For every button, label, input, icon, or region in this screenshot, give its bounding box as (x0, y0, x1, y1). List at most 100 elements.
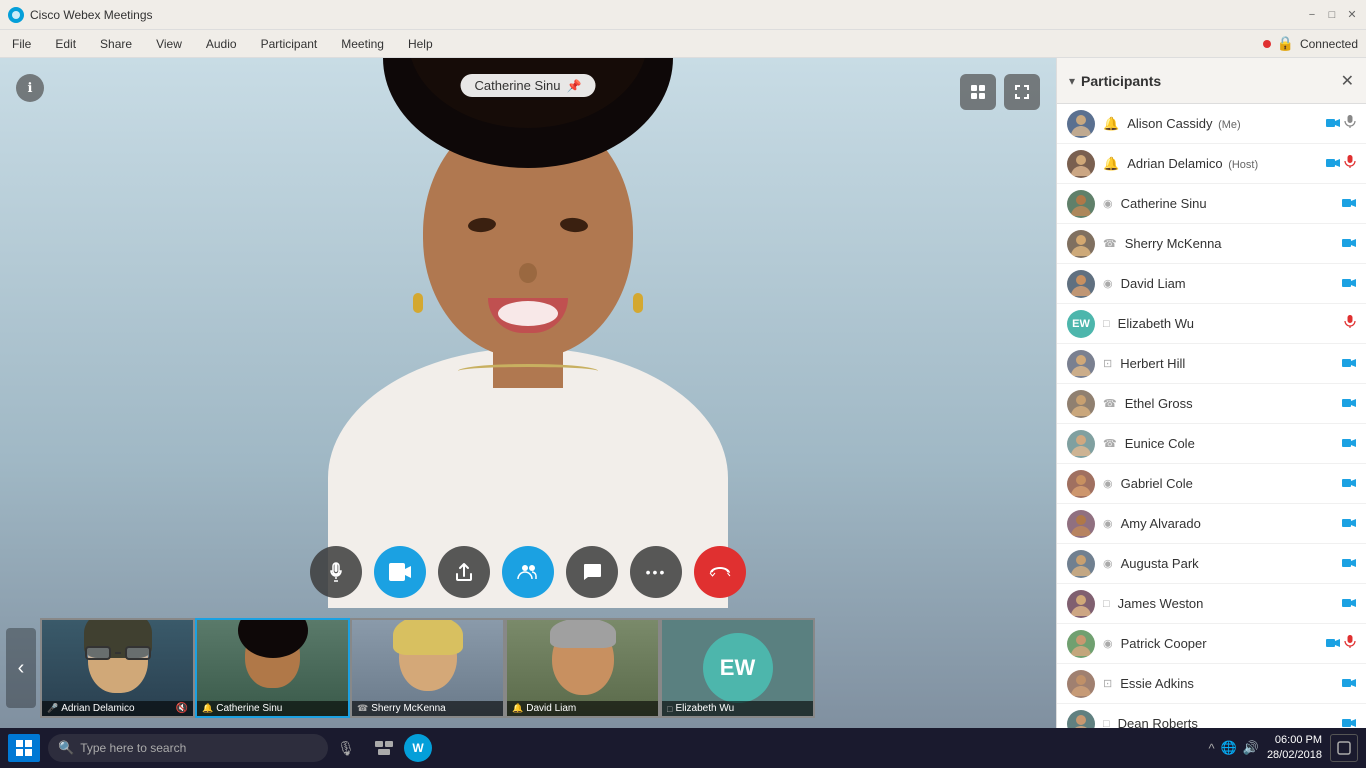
avatar-herbert (1067, 350, 1095, 378)
end-call-button[interactable] (694, 546, 746, 598)
participant-gabriel[interactable]: ◉ Gabriel Cole (1057, 464, 1366, 504)
panel-close-button[interactable]: ✕ (1341, 71, 1354, 91)
face-4 (543, 623, 623, 713)
thumbnail-sherry[interactable]: ☎ Sherry McKenna (350, 618, 505, 718)
clock-date: 28/02/2018 (1267, 748, 1322, 763)
icons-adrian (1326, 155, 1356, 172)
menu-meeting[interactable]: Meeting (337, 35, 388, 53)
windows-start-button[interactable] (8, 734, 40, 762)
share-button[interactable] (438, 546, 490, 598)
maximize-button[interactable]: □ (1326, 9, 1338, 21)
network-icon[interactable]: 🌐 (1221, 740, 1237, 756)
thumbnail-prev-button[interactable]: ‹ (6, 628, 36, 708)
video-icon-sherry (1342, 236, 1356, 251)
video-icon-dean (1342, 716, 1356, 728)
taskbar-apps: W (368, 732, 434, 764)
fullscreen-button[interactable] (1004, 74, 1040, 110)
connection-dot (1263, 40, 1271, 48)
video-icon-herbert (1342, 356, 1356, 371)
window-controls[interactable]: − □ ✕ (1306, 9, 1358, 21)
chat-button[interactable] (566, 546, 618, 598)
thumbnail-david[interactable]: 🔔 David Liam (505, 618, 660, 718)
close-button[interactable]: ✕ (1346, 9, 1358, 21)
chevron-up-icon[interactable]: ^ (1208, 741, 1214, 756)
controls-bar: ••• (310, 546, 746, 598)
participant-eunice[interactable]: ☎ Eunice Cole (1057, 424, 1366, 464)
minimize-button[interactable]: − (1306, 9, 1318, 21)
menu-share[interactable]: Share (96, 35, 136, 53)
name-herbert: Herbert Hill (1120, 356, 1334, 371)
search-icon: 🔍 (58, 740, 74, 756)
title-bar: Cisco Webex Meetings − □ ✕ (0, 0, 1366, 30)
participant-amy[interactable]: ◉ Amy Alvarado (1057, 504, 1366, 544)
video-icon-adrian (1326, 156, 1340, 171)
avatar-alison (1067, 110, 1095, 138)
webex-icon: W (404, 734, 432, 762)
participant-patrick[interactable]: ◉ Patrick Cooper (1057, 624, 1366, 664)
mic-icon-elizabeth (1344, 315, 1356, 332)
pin-icon[interactable]: 📌 (567, 79, 582, 93)
taskbar: 🔍 Type here to search 🎙 W ^ 🌐 🔊 06:00 PM… (0, 728, 1366, 768)
volume-icon[interactable]: 🔊 (1243, 740, 1259, 756)
menu-edit[interactable]: Edit (51, 35, 80, 53)
mute-button[interactable] (310, 546, 362, 598)
main-video: ℹ Catherine Sinu 📌 (0, 58, 1056, 728)
video-icon-david (1342, 276, 1356, 291)
thumb-name-3: Sherry McKenna (371, 703, 445, 714)
thumbnail-elizabeth[interactable]: EW □ Elizabeth Wu (660, 618, 815, 718)
participant-sherry[interactable]: ☎ Sherry McKenna (1057, 224, 1366, 264)
taskbar-webex-app[interactable]: W (402, 732, 434, 764)
participant-alison[interactable]: 🔔 Alison Cassidy (Me) (1057, 104, 1366, 144)
participant-adrian[interactable]: 🔔 Adrian Delamico (Host) (1057, 144, 1366, 184)
taskbar-search[interactable]: 🔍 Type here to search (48, 734, 328, 762)
panel-chevron-icon[interactable]: ▾ (1069, 74, 1075, 88)
taskbar-mic-button[interactable]: 🎙 (332, 734, 360, 762)
name-eunice: Eunice Cole (1125, 436, 1334, 451)
participant-catherine[interactable]: ◉ Catherine Sinu (1057, 184, 1366, 224)
mic-status-ethel: ☎ (1103, 397, 1117, 410)
mic-status-herbert: ⊡ (1103, 357, 1112, 370)
participant-augusta[interactable]: ◉ Augusta Park (1057, 544, 1366, 584)
icons-eunice (1342, 436, 1356, 451)
mic-icon-adrian (1344, 155, 1356, 172)
glasses-1 (85, 648, 151, 658)
participant-dean[interactable]: □ Dean Roberts (1057, 704, 1366, 728)
video-icon-amy (1342, 516, 1356, 531)
participant-james[interactable]: □ James Weston (1057, 584, 1366, 624)
menu-audio[interactable]: Audio (202, 35, 241, 53)
participants-button[interactable] (502, 546, 554, 598)
right-earring (633, 293, 643, 313)
speaker-name-badge: Catherine Sinu 📌 (461, 74, 596, 97)
menu-file[interactable]: File (8, 35, 35, 53)
grid-view-button[interactable] (960, 74, 996, 110)
mic-status-david: ◉ (1103, 277, 1113, 290)
participant-david[interactable]: ◉ David Liam (1057, 264, 1366, 304)
menu-view[interactable]: View (152, 35, 186, 53)
mic-status-augusta: ◉ (1103, 557, 1113, 570)
thumbnail-adrian[interactable]: 🎤 Adrian Delamico 🔇 (40, 618, 195, 718)
menu-help[interactable]: Help (404, 35, 437, 53)
menu-participant[interactable]: Participant (257, 35, 322, 53)
info-button[interactable]: ℹ (16, 74, 44, 102)
participant-herbert[interactable]: ⊡ Herbert Hill (1057, 344, 1366, 384)
name-ethel: Ethel Gross (1125, 396, 1334, 411)
search-placeholder: Type here to search (80, 741, 186, 755)
mic-status-adrian: 🔔 (1103, 156, 1119, 172)
icons-alison (1326, 115, 1356, 132)
taskbar-clock[interactable]: 06:00 PM 28/02/2018 (1267, 733, 1322, 764)
taskbar-app-task-view[interactable] (368, 732, 400, 764)
thumbnail-catherine[interactable]: 🔔 Catherine Sinu (195, 618, 350, 718)
notification-button[interactable] (1330, 734, 1358, 762)
name-patrick: Patrick Cooper (1121, 636, 1318, 651)
video-button[interactable] (374, 546, 426, 598)
participant-essie[interactable]: ⊡ Essie Adkins (1057, 664, 1366, 704)
left-eye (467, 217, 496, 233)
participant-elizabeth[interactable]: EW □ Elizabeth Wu (1057, 304, 1366, 344)
more-button[interactable]: ••• (630, 546, 682, 598)
thumb-name-2: Catherine Sinu (216, 703, 282, 714)
clock-time: 06:00 PM (1267, 733, 1322, 748)
left-earring (413, 293, 423, 313)
participant-ethel[interactable]: ☎ Ethel Gross (1057, 384, 1366, 424)
video-area: ℹ Catherine Sinu 📌 (0, 58, 1056, 728)
avatar-adrian (1067, 150, 1095, 178)
